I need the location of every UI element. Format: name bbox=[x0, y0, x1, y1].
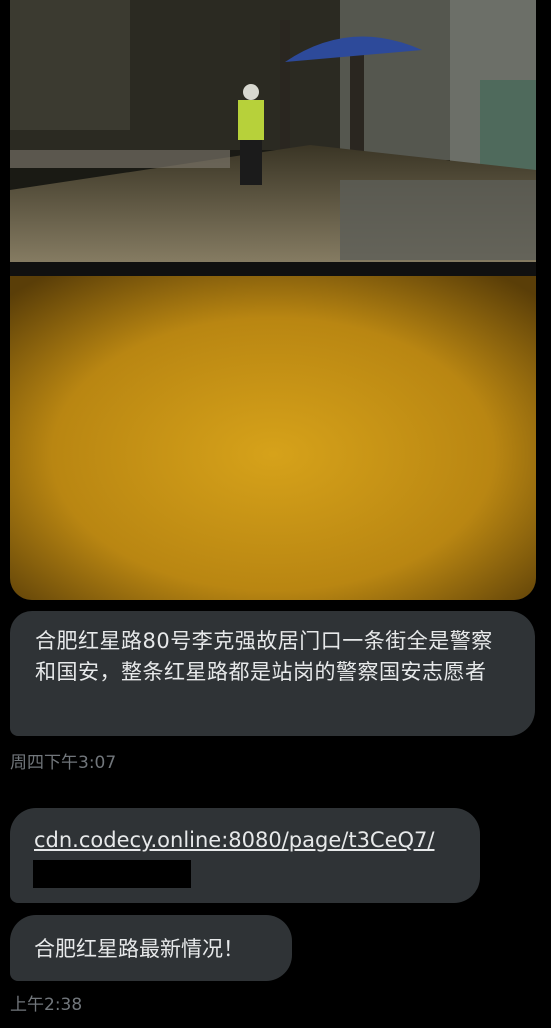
street-scene-image bbox=[10, 0, 536, 600]
message-timestamp: 上午2:38 bbox=[10, 995, 83, 1015]
message-text: 合肥红星路80号李克强故居门口一条街全是警察和国安，整条红星路都是站岗的警察国安… bbox=[35, 629, 493, 684]
redaction-box bbox=[33, 860, 191, 888]
message-text: 合肥红星路最新情况！ bbox=[34, 937, 244, 961]
message-timestamp: 周四下午3:07 bbox=[10, 753, 117, 773]
link-message-bubble[interactable]: cdn.codecy.online:8080/page/t3CeQ7/ bbox=[10, 808, 480, 903]
attached-photo[interactable] bbox=[10, 0, 536, 600]
message-bubble[interactable]: 合肥红星路80号李克强故居门口一条街全是警察和国安，整条红星路都是站岗的警察国安… bbox=[10, 611, 535, 736]
message-link[interactable]: cdn.codecy.online:8080/page/t3CeQ7/ bbox=[34, 828, 434, 852]
message-bubble[interactable]: 合肥红星路最新情况！ bbox=[10, 915, 292, 981]
